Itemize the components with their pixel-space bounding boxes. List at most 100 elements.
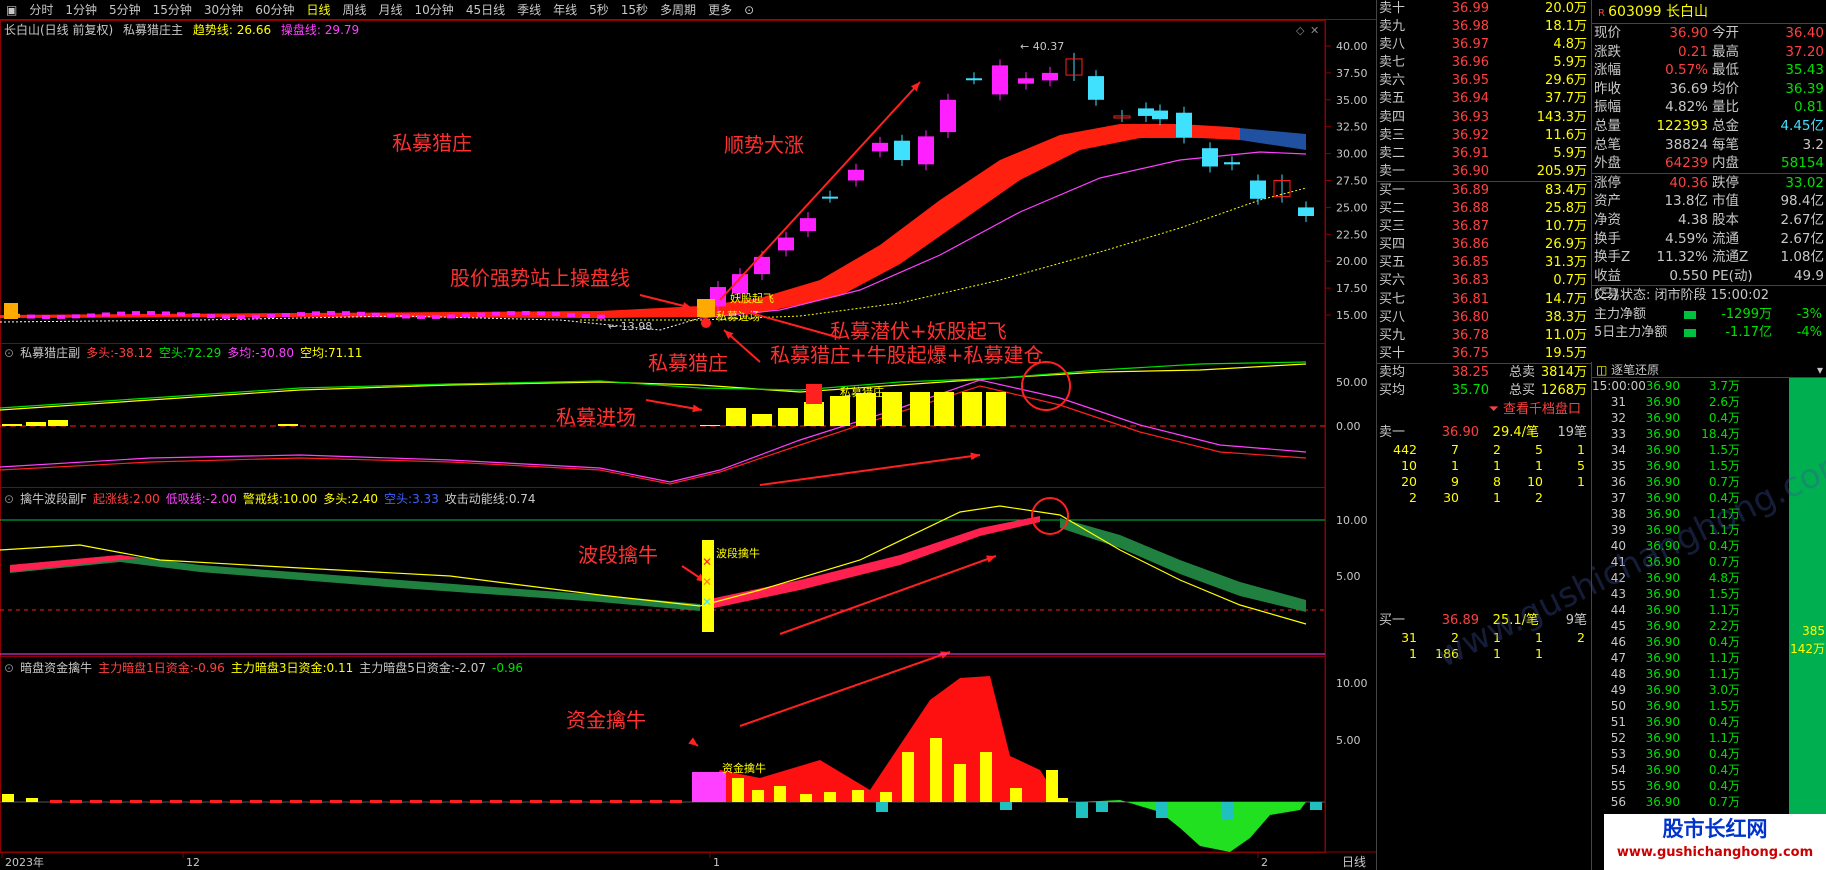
- sub3-icon[interactable]: ⊙: [4, 661, 14, 675]
- orderbook-row[interactable]: 买七 36.81 14.7万: [1377, 291, 1591, 309]
- annotation-a8: 波段擒牛: [578, 543, 658, 567]
- candle-small: [237, 314, 245, 319]
- period-tab-14[interactable]: 15秒: [615, 0, 654, 20]
- sub3-item-val-0: -0.96: [193, 661, 225, 675]
- sub2-icon[interactable]: ⊙: [4, 492, 14, 506]
- orderbook-row[interactable]: 卖九 36.98 18.1万: [1377, 18, 1591, 36]
- volume-bar-count: 385: [1802, 624, 1825, 638]
- orderbook-row[interactable]: 买二 36.88 25.8万: [1377, 200, 1591, 218]
- candle-small: [417, 314, 425, 319]
- sub2-item-key-5: 攻击动能线:: [444, 492, 509, 506]
- period-tab-12[interactable]: 年线: [547, 0, 583, 20]
- sub2-item-key-0: 起涨线:: [92, 492, 134, 506]
- sub1-icon[interactable]: ⊙: [4, 346, 14, 360]
- sub3-small-bar: [190, 800, 202, 803]
- period-tab-16[interactable]: 更多: [702, 0, 738, 20]
- orderbook-row[interactable]: 卖六 36.95 29.6万: [1377, 72, 1591, 90]
- menu-icon[interactable]: ▣: [0, 0, 23, 20]
- sub1-item-val-2: -30.80: [255, 346, 294, 360]
- sub3-small-bar: [410, 800, 422, 803]
- period-tab-2[interactable]: 5分钟: [103, 0, 147, 20]
- orderbook-row[interactable]: 卖八 36.97 4.8万: [1377, 36, 1591, 54]
- chart-area[interactable]: 40.0037.5035.0032.5030.0027.5025.0022.50…: [0, 20, 1376, 870]
- orderbook-row[interactable]: 卖二 36.91 5.9万: [1377, 145, 1591, 163]
- period-tab-9[interactable]: 10分钟: [409, 0, 460, 20]
- sub3-green-area: [1080, 800, 1306, 852]
- orderbook-row[interactable]: 卖十 36.99 20.0万: [1377, 0, 1591, 18]
- sub3-small-bar: [470, 800, 482, 803]
- orderbook-row[interactable]: 卖一 36.90 205.9万: [1377, 163, 1591, 181]
- orderbook-row[interactable]: 买三 36.87 10.7万: [1377, 218, 1591, 236]
- sub3-neg-bar: [1000, 802, 1012, 810]
- sub3-signal-block: [692, 772, 726, 802]
- period-tab-4[interactable]: 30分钟: [198, 0, 249, 20]
- sub1-bar: [2, 424, 22, 426]
- period-tabs: ▣ 分时 1分钟 5分钟 15分钟 30分钟 60分钟 日线 周线 月线 10分钟 45日线 季线 年线 5…: [0, 0, 760, 20]
- sub2-item-key-1: 低吸线:: [165, 492, 206, 506]
- orderbook-row[interactable]: 卖三 36.92 11.6万: [1377, 127, 1591, 145]
- sub3-small-bar: [430, 800, 442, 803]
- fund-flow1: 主力净额 -1299万 -3%: [1594, 307, 1822, 323]
- main-axis-tick: 27.50: [1336, 175, 1368, 188]
- candle-small: [522, 311, 530, 316]
- orderbook-row[interactable]: 买十 36.75 19.5万: [1377, 345, 1591, 363]
- sub3-small-bar: [70, 800, 82, 803]
- period-tab-11[interactable]: 季线: [511, 0, 547, 20]
- annotation-a7: 私募进场: [556, 405, 636, 429]
- candle-body: [1088, 76, 1104, 100]
- panel-close-icon[interactable]: ✕: [1310, 24, 1319, 37]
- sub3-bar: [732, 778, 744, 802]
- sub3-small-bar: [530, 800, 542, 803]
- candle-small: [267, 314, 275, 319]
- sub3-small-bar: [130, 800, 142, 803]
- logo-title: 股市长红网: [1662, 817, 1768, 841]
- sub3-neg-bar: [1222, 802, 1234, 820]
- main-axis-tick: 15.00: [1336, 309, 1368, 322]
- tick-menu-icon[interactable]: ▾: [1817, 362, 1826, 378]
- orderbook-row[interactable]: 买六 36.83 0.7万: [1377, 272, 1591, 290]
- period-tab-5[interactable]: 60分钟: [249, 0, 300, 20]
- orderbook-row[interactable]: 买一 36.89 83.4万: [1377, 182, 1591, 200]
- sub1-item-key-1: 空头:: [158, 346, 187, 360]
- sub2-item-val-2: 10.00: [282, 492, 318, 506]
- sub3-bar: [1010, 788, 1022, 802]
- orderbook-row[interactable]: 买四 36.86 26.9万: [1377, 236, 1591, 254]
- stat-row: 昨收 36.69 均价 36.39: [1594, 80, 1824, 97]
- sub-axis-tick: 10.00: [1336, 514, 1368, 527]
- period-tab-8[interactable]: 月线: [373, 0, 409, 20]
- orderbook-row[interactable]: 买八 36.80 38.3万: [1377, 309, 1591, 327]
- sub3-small-bar: [150, 800, 162, 803]
- sub1-bar: [830, 396, 850, 426]
- candle-small: [177, 312, 185, 317]
- x-axis-label: 2: [1261, 856, 1268, 869]
- period-tab-13[interactable]: 5秒: [583, 0, 615, 20]
- sub3-bar: [26, 798, 38, 802]
- period-tab-7[interactable]: 周线: [337, 0, 373, 20]
- site-logo: 股市长红网 www.gushichanghong.com: [1604, 814, 1826, 870]
- panel-settings-icon[interactable]: ◇: [1296, 24, 1305, 37]
- candle-body: [1224, 162, 1240, 165]
- period-tab-3[interactable]: 15分钟: [147, 0, 198, 20]
- view-depth-button[interactable]: ⏷ 查看千档盘口: [1377, 400, 1591, 420]
- sub3-item-key-2: 主力暗盘5日资金:: [359, 661, 455, 675]
- orderbook-row[interactable]: 卖五 36.94 37.7万: [1377, 90, 1591, 108]
- orderbook-row[interactable]: 买五 36.85 31.3万: [1377, 254, 1591, 272]
- orderbook-avg_ask: 卖均 38.25 总卖 3814万: [1379, 364, 1587, 380]
- orderbook-row[interactable]: 卖四 36.93 143.3万: [1377, 109, 1591, 127]
- period-tab-15[interactable]: 多周期: [654, 0, 702, 20]
- candle-body: [800, 218, 816, 232]
- sub1-item-key-2: 多均:: [227, 346, 256, 360]
- main-axis-tick: 22.50: [1336, 228, 1368, 241]
- orderbook-row[interactable]: 卖七 36.96 5.9万: [1377, 54, 1591, 72]
- period-tab-6[interactable]: 日线: [300, 0, 336, 20]
- tick-panel-header[interactable]: ◫ 逐笔还原 ▾: [1592, 362, 1826, 378]
- period-tab-10[interactable]: 45日线: [460, 0, 511, 20]
- sub2-signal-icon: ✕: [702, 555, 712, 569]
- sub3-neg-bar: [876, 802, 888, 812]
- sub1-bar: [962, 392, 982, 426]
- period-tab-1[interactable]: 1分钟: [59, 0, 103, 20]
- orderbook-row[interactable]: 买九 36.78 11.0万: [1377, 327, 1591, 345]
- more-chevron-icon[interactable]: ⊙: [738, 0, 760, 20]
- sub1-bar: [986, 392, 1006, 426]
- period-tab-0[interactable]: 分时: [23, 0, 59, 20]
